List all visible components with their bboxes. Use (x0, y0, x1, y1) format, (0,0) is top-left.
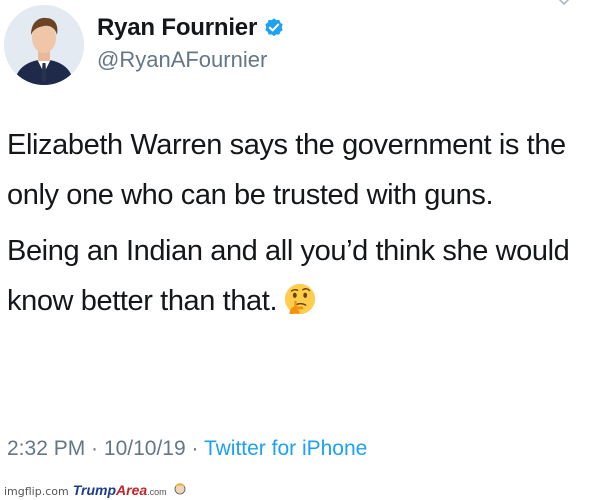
profile-photo (4, 5, 84, 85)
meta-separator: · (85, 437, 104, 460)
avatar[interactable] (4, 5, 84, 85)
author-name-row: Ryan Fournier (97, 14, 285, 42)
tweet-time[interactable]: 2:32 PM (7, 437, 85, 460)
trumparea-logo-trump: Trump (72, 482, 117, 498)
thinking-face-icon (283, 282, 317, 316)
author-handle[interactable]: @RyanAFournier (97, 47, 267, 73)
tweet-paragraph: Being an Indian and all you’d think she … (7, 226, 582, 326)
watermark: imgflip.com Trump Area .com (4, 481, 187, 498)
mascot-icon (173, 481, 187, 495)
verified-badge-icon (263, 17, 285, 39)
tweet-meta: 2:32 PM · 10/10/19 · Twitter for iPhone (7, 437, 367, 461)
tweet-date[interactable]: 10/10/19 (104, 437, 186, 460)
imgflip-watermark: imgflip.com (4, 485, 69, 498)
tweet-source-link[interactable]: Twitter for iPhone (204, 437, 367, 460)
author-name[interactable]: Ryan Fournier (97, 14, 257, 42)
chevron-down-icon[interactable] (556, 0, 572, 10)
trumparea-logo-com: .com (147, 487, 167, 497)
tweet-paragraph: Elizabeth Warren says the government is … (7, 129, 566, 211)
tweet-text: Elizabeth Warren says the government is … (7, 120, 582, 326)
trumparea-logo-area: Area (116, 482, 148, 498)
meta-separator: · (185, 437, 204, 460)
